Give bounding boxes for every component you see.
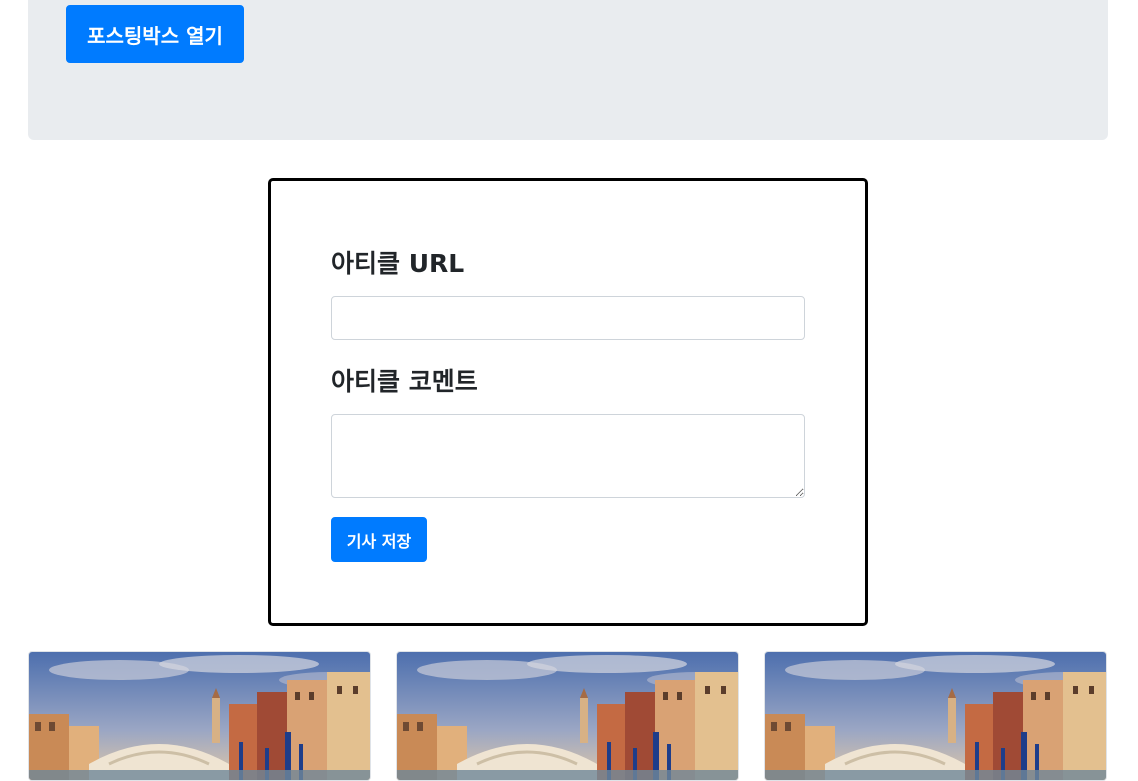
card-image xyxy=(765,652,1106,780)
card-image xyxy=(29,652,370,780)
article-comment-textarea[interactable] xyxy=(331,414,805,498)
card-image xyxy=(397,652,738,780)
article-card[interactable] xyxy=(28,651,371,781)
article-url-input[interactable] xyxy=(331,296,805,340)
article-comment-label: 아티클 코멘트 xyxy=(331,367,478,396)
article-card[interactable] xyxy=(764,651,1107,781)
save-article-button[interactable]: 기사 저장 xyxy=(331,517,427,562)
article-url-label: 아티클 URL xyxy=(331,249,465,278)
article-card[interactable] xyxy=(396,651,739,781)
posting-box: 아티클 URL 아티클 코멘트 기사 저장 xyxy=(268,178,868,626)
open-posting-box-button[interactable]: 포스팅박스 열기 xyxy=(66,5,244,63)
